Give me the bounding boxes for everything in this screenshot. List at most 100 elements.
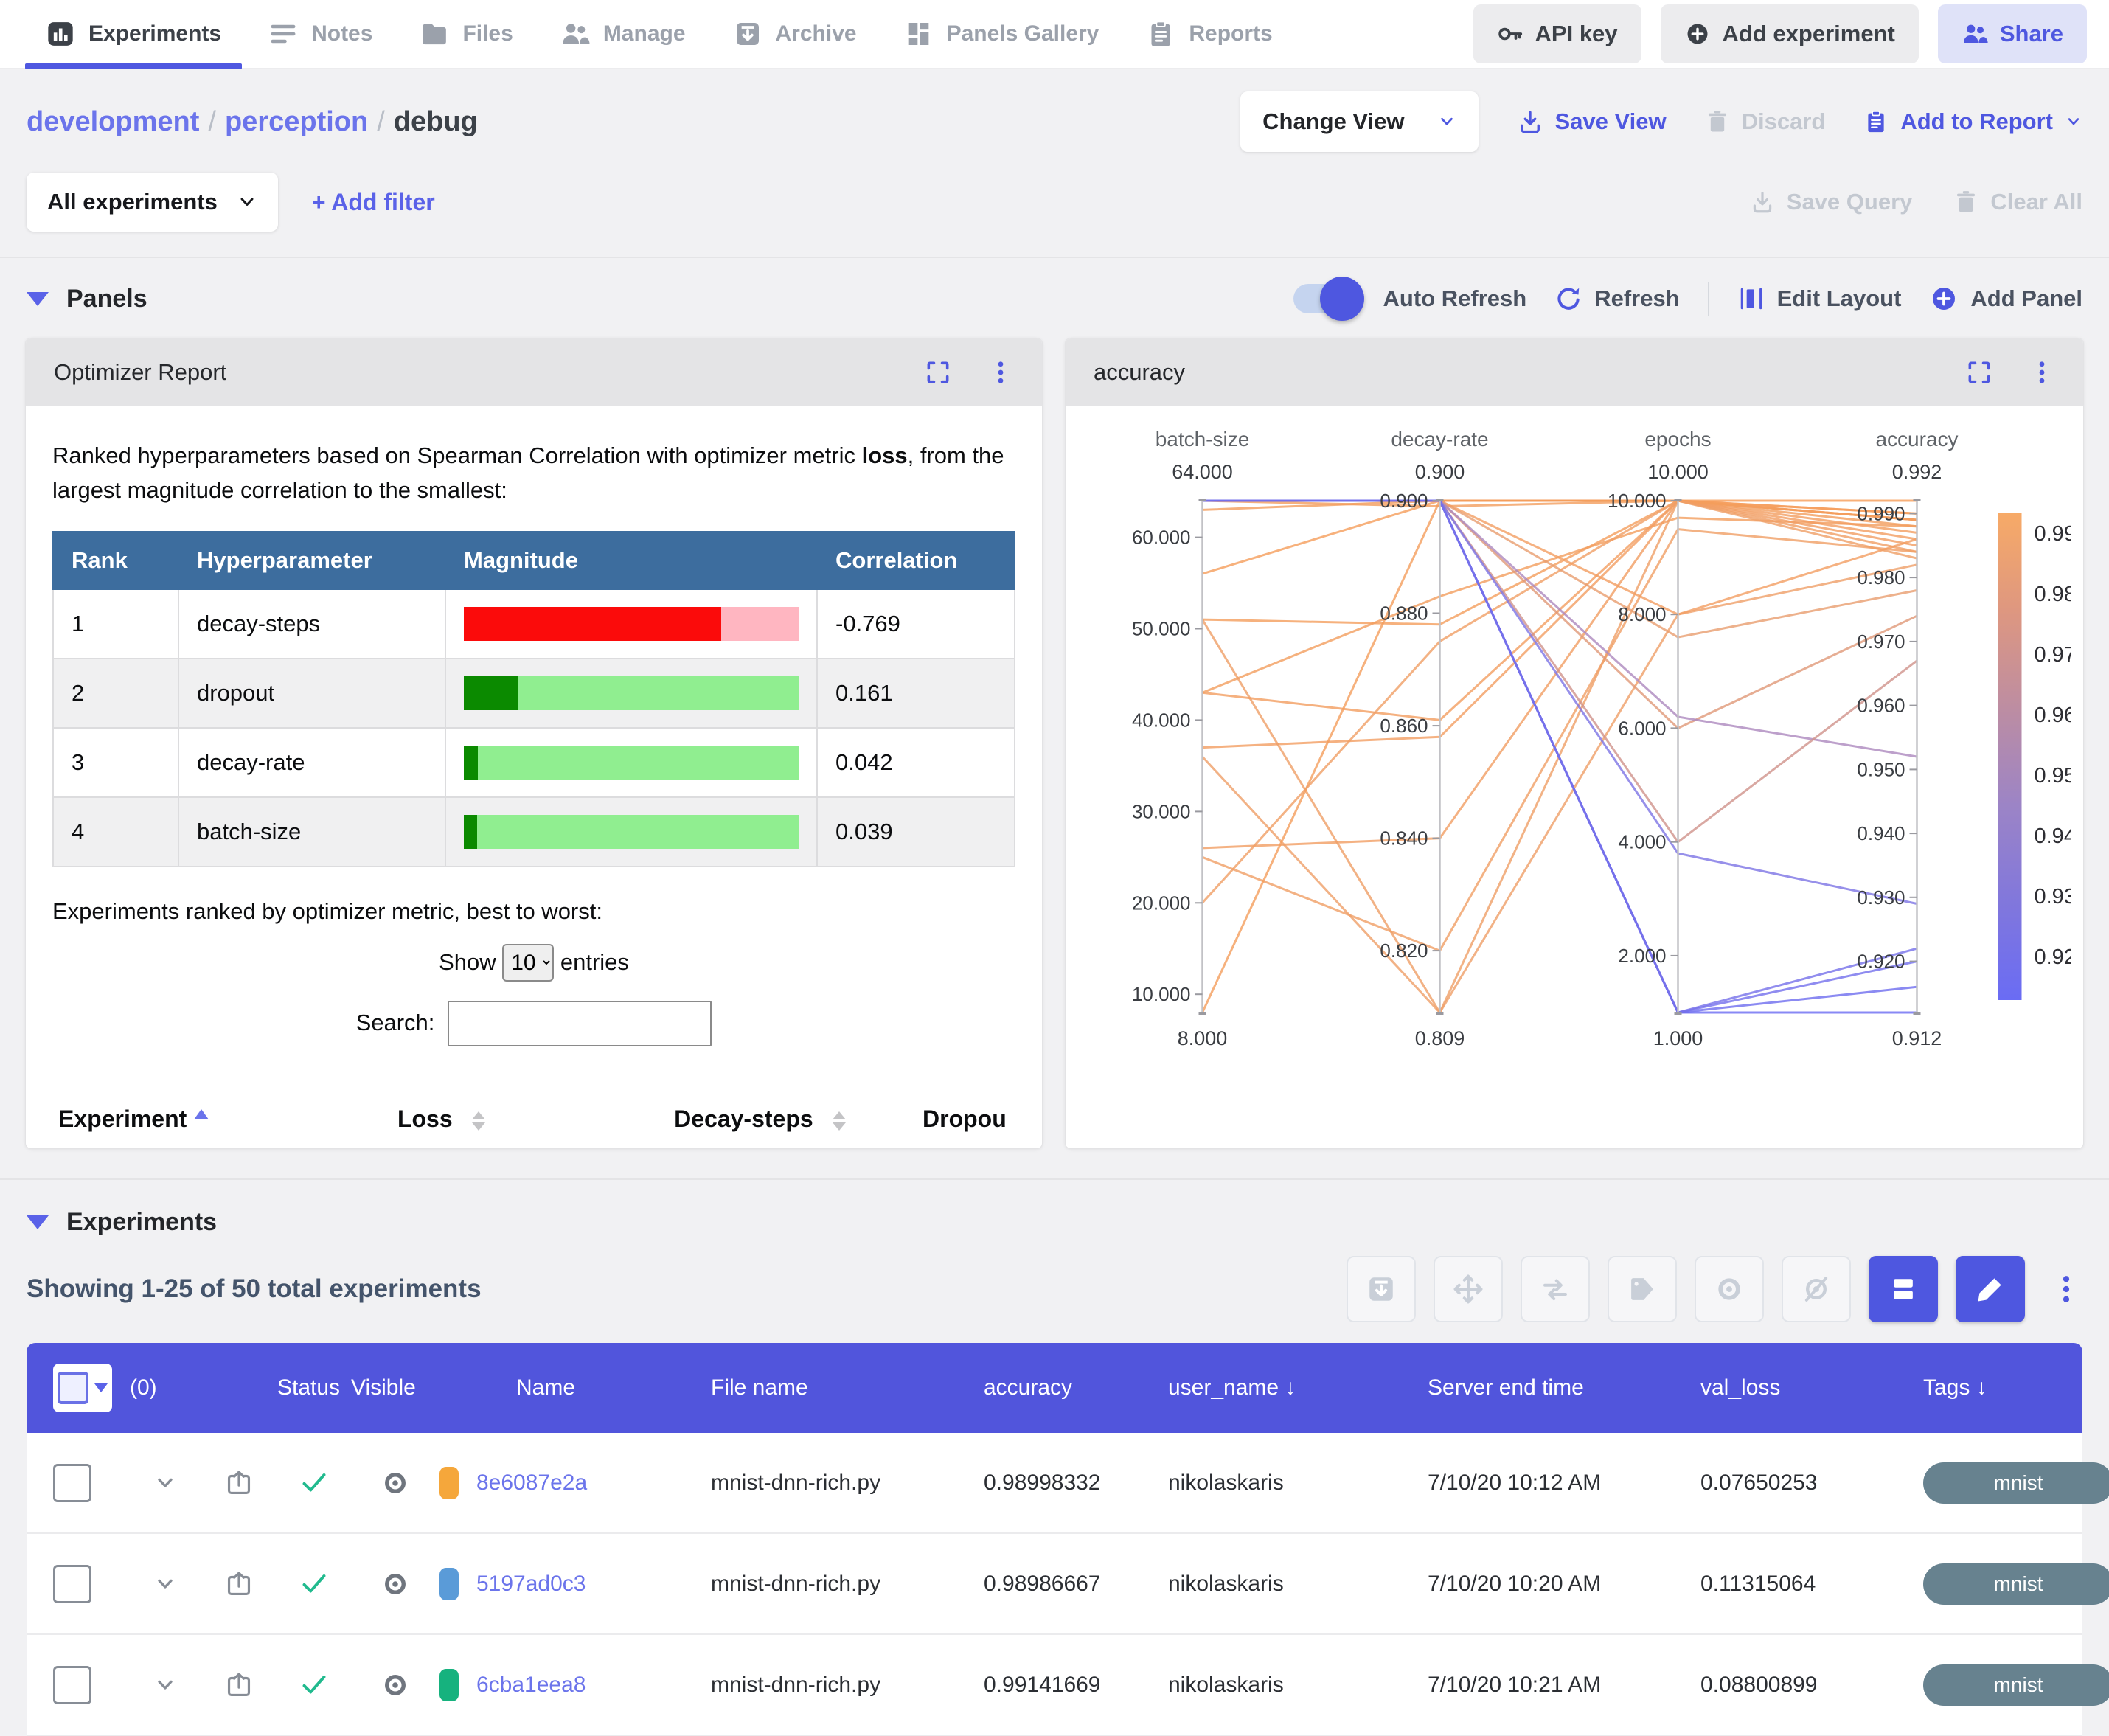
parallel-coordinates-chart[interactable]: batch-size64.0008.00060.00050.00040.0003…: [1077, 406, 2071, 1136]
opt-col-experiment[interactable]: Experiment: [52, 1086, 279, 1148]
key-icon: [1497, 21, 1523, 47]
correlation-cell: 0.042: [817, 728, 1015, 797]
column-server-end-time[interactable]: Server end time: [1428, 1375, 1700, 1400]
edit-layout-button[interactable]: Edit Layout: [1737, 285, 1902, 313]
rows-toolbar-button[interactable]: [1869, 1256, 1938, 1322]
tab-manage[interactable]: Manage: [537, 0, 709, 68]
file-name-cell: mnist-dnn-rich.py: [711, 1471, 984, 1496]
select-all-checkbox[interactable]: [53, 1364, 112, 1412]
add-experiment-button[interactable]: Add experiment: [1661, 4, 1919, 63]
opt-col-loss[interactable]: Loss: [279, 1086, 603, 1148]
expand-row-icon[interactable]: [130, 1673, 201, 1697]
tab-panels-gallery[interactable]: Panels Gallery: [880, 0, 1123, 68]
visible-icon[interactable]: [351, 1569, 439, 1599]
tab-files[interactable]: Files: [396, 0, 536, 68]
tab-archive[interactable]: Archive: [709, 0, 880, 68]
add-panel-button[interactable]: Add Panel: [1929, 284, 2082, 313]
visible-icon[interactable]: [351, 1670, 439, 1700]
chevron-down-icon: [2065, 113, 2082, 131]
svg-text:6.000: 6.000: [1618, 717, 1666, 739]
panels-title: Panels: [66, 285, 147, 313]
magnitude-cell: [445, 728, 817, 797]
breadcrumb-link-perception[interactable]: perception: [225, 106, 368, 137]
api-key-button[interactable]: API key: [1473, 4, 1641, 63]
tag-pill[interactable]: mnist: [1923, 1664, 2109, 1706]
eye-off-toolbar-button[interactable]: [1782, 1256, 1851, 1322]
nav-actions: API key Add experiment Share: [1473, 4, 2087, 63]
add-to-report-button[interactable]: Add to Report: [1863, 108, 2082, 135]
share-button[interactable]: Share: [1938, 4, 2087, 63]
discard-button[interactable]: Discard: [1705, 108, 1826, 135]
tag-icon: [1627, 1274, 1658, 1305]
clear-all-button[interactable]: Clear All: [1953, 189, 2082, 215]
kebab-menu-icon[interactable]: [2050, 1273, 2082, 1305]
search-control: Search:: [52, 1001, 1015, 1046]
opt-col-decay-steps[interactable]: Decay-steps: [603, 1086, 917, 1148]
row-checkbox[interactable]: [53, 1565, 91, 1603]
column-accuracy[interactable]: accuracy: [984, 1375, 1168, 1400]
svg-text:accuracy: accuracy: [1875, 428, 1958, 451]
save-query-button[interactable]: Save Query: [1750, 189, 1913, 215]
row-checkbox[interactable]: [53, 1464, 91, 1502]
breadcrumb-link-development[interactable]: development: [27, 106, 199, 137]
page: development/perception/debug Change View…: [0, 91, 2109, 1736]
tab-notes[interactable]: Notes: [245, 0, 396, 68]
svg-text:30.000: 30.000: [1132, 800, 1191, 822]
archive-toolbar-button[interactable]: [1347, 1256, 1416, 1322]
opt-col-dropou[interactable]: Dropou: [917, 1086, 1015, 1148]
rank-col-correlation: Correlation: [817, 532, 1015, 589]
rows-icon: [1887, 1273, 1919, 1305]
row-checkbox[interactable]: [53, 1666, 91, 1704]
tab-label: Reports: [1189, 21, 1272, 46]
folder-icon: [420, 19, 449, 49]
expand-row-icon[interactable]: [130, 1471, 201, 1495]
search-input[interactable]: [448, 1001, 712, 1046]
tab-reports[interactable]: Reports: [1122, 0, 1296, 68]
tag-toolbar-button[interactable]: [1608, 1256, 1677, 1322]
tag-pill[interactable]: mnist: [1923, 1563, 2109, 1605]
column-user-name[interactable]: user_name ↓: [1168, 1375, 1428, 1400]
tab-experiments[interactable]: Experiments: [22, 0, 245, 68]
toggle-switch[interactable]: [1293, 284, 1358, 313]
expand-icon: [1965, 358, 1993, 386]
server-end-time-cell: 7/10/20 10:12 AM: [1428, 1471, 1700, 1496]
column-name[interactable]: Name: [439, 1375, 711, 1400]
rank-cell: 1: [53, 589, 178, 659]
rank-col-rank: Rank: [53, 532, 178, 589]
expand-row-icon[interactable]: [130, 1572, 201, 1596]
svg-text:0.950: 0.950: [1857, 758, 1905, 780]
experiment-link[interactable]: 5197ad0c3: [476, 1572, 586, 1597]
experiments-scope-dropdown[interactable]: All experiments: [27, 173, 278, 232]
visible-icon[interactable]: [351, 1468, 439, 1498]
pencil-toolbar-button[interactable]: [1956, 1256, 2025, 1322]
tag-pill[interactable]: mnist: [1923, 1462, 2109, 1504]
svg-text:epochs: epochs: [1644, 428, 1711, 451]
open-experiment-icon[interactable]: [201, 1671, 277, 1699]
rank-row-batch-size: 4batch-size0.039: [53, 797, 1015, 867]
open-experiment-icon[interactable]: [201, 1469, 277, 1497]
user-name-cell: nikolaskaris: [1168, 1572, 1428, 1597]
move-toolbar-button[interactable]: [1434, 1256, 1503, 1322]
swap-toolbar-button[interactable]: [1521, 1256, 1590, 1322]
column-val-loss[interactable]: val_loss: [1700, 1375, 1923, 1400]
open-experiment-icon[interactable]: [201, 1570, 277, 1598]
archive-icon: [733, 19, 762, 49]
experiments-section-toggle[interactable]: Experiments: [27, 1208, 2082, 1237]
refresh-icon: [1554, 285, 1582, 313]
column-tags[interactable]: Tags ↓: [1923, 1375, 2068, 1400]
svg-text:64.000: 64.000: [1172, 461, 1233, 483]
experiment-link[interactable]: 6cba1eea8: [476, 1673, 586, 1698]
refresh-button[interactable]: Refresh: [1554, 285, 1679, 313]
column-status[interactable]: Status: [277, 1375, 351, 1400]
save-view-button[interactable]: Save View: [1517, 108, 1667, 135]
eye-toolbar-button[interactable]: [1695, 1256, 1764, 1322]
svg-text:0.820: 0.820: [1380, 940, 1428, 962]
column-visible[interactable]: Visible: [351, 1375, 439, 1400]
add-filter-button[interactable]: + Add filter: [312, 189, 435, 216]
panels-section-toggle[interactable]: Panels: [27, 285, 147, 313]
page-size-select[interactable]: 10: [502, 944, 554, 982]
column-file-name[interactable]: File name: [711, 1375, 984, 1400]
auto-refresh-toggle[interactable]: Auto Refresh: [1293, 284, 1527, 313]
experiment-link[interactable]: 8e6087e2a: [476, 1471, 587, 1496]
change-view-dropdown[interactable]: Change View: [1240, 91, 1478, 152]
